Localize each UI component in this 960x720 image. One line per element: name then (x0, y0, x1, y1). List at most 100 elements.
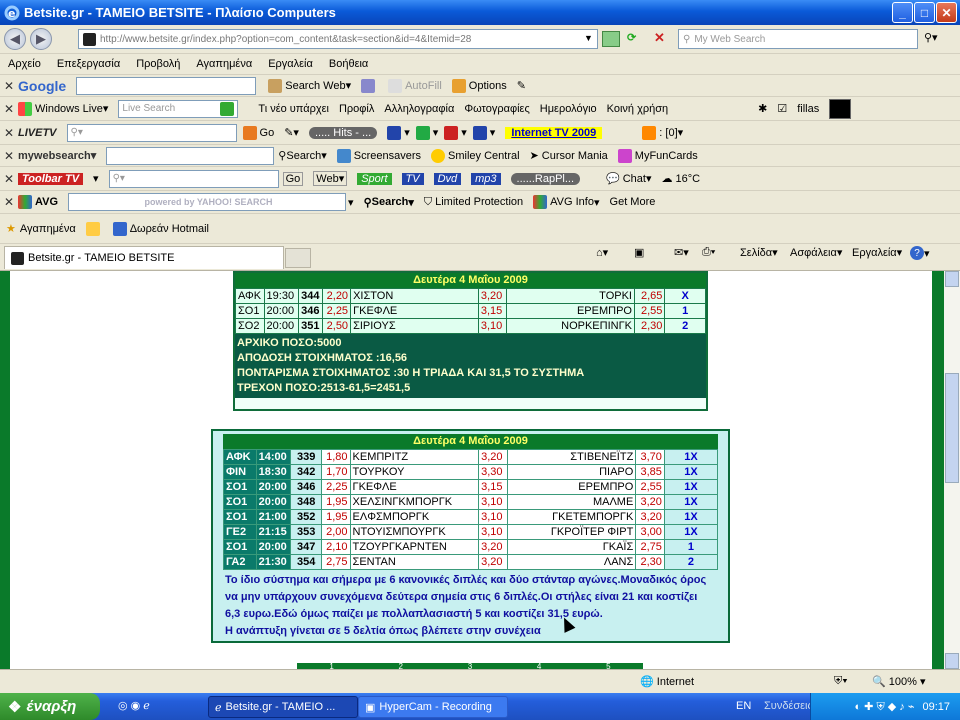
edit-icon[interactable]: ☑ (777, 102, 787, 115)
home-odds-cell: 1,80 (320, 449, 351, 465)
close-toolbar-icon[interactable]: ✕ (0, 195, 18, 209)
wl-calendar[interactable]: Ημερολόγιο (540, 103, 597, 115)
yahoo-search-input[interactable]: powered by YAHOO! SEARCH (68, 193, 347, 211)
page-menu[interactable]: Σελίδα ▾ (740, 246, 778, 260)
mp3-chip[interactable]: mp3 (471, 172, 501, 185)
scroll-down-button[interactable] (945, 653, 959, 669)
mywebsearch-input[interactable] (106, 146, 275, 165)
google-search-input[interactable] (76, 76, 257, 95)
tools-menu[interactable]: Εργαλεία ▾ (852, 246, 902, 260)
avg-info-button[interactable]: AVG Info ▾ (533, 195, 600, 209)
wl-profile[interactable]: Προφίλ (339, 103, 374, 115)
mywebsearch-search-button[interactable]: ⚲ Search ▾ (278, 149, 326, 163)
home-icon[interactable]: ⌂▾ (596, 246, 608, 259)
print-icon[interactable]: ⎙▾ (702, 246, 715, 259)
screensavers-link[interactable]: Screensavers (336, 148, 421, 163)
dvd-chip[interactable]: Dvd (433, 172, 462, 185)
close-button[interactable]: ✕ (936, 2, 957, 23)
toolbartv-menu[interactable]: ▾ (93, 172, 99, 185)
connections-label[interactable]: Συνδέσεις (764, 700, 813, 712)
live-search-go-icon[interactable] (220, 101, 235, 116)
hotmail-link[interactable]: Δωρεάν Hotmail (112, 221, 209, 236)
help-icon[interactable]: ? ▾ (910, 246, 930, 260)
safety-menu[interactable]: Ασφάλεια ▾ (790, 246, 842, 260)
hits-player[interactable]: ..... Hits - ... (308, 126, 378, 139)
toolbartv-go-button[interactable]: Go (282, 171, 304, 186)
search-go-icon[interactable]: ⚲▾ (924, 31, 938, 44)
radio-player[interactable]: ......RapPl... (510, 172, 581, 185)
messenger-icon[interactable]: ✱ (758, 102, 767, 115)
address-dropdown-icon[interactable]: ▼ (584, 33, 593, 43)
menu-help[interactable]: Βοήθεια (329, 58, 368, 70)
close-toolbar-icon[interactable]: ✕ (0, 149, 18, 163)
avg-search-button[interactable]: ⚲ Search ▾ (364, 196, 414, 209)
menu-view[interactable]: Προβολή (136, 58, 180, 70)
tv-channel-icons[interactable]: ▾ ▾ ▾ ▾ (387, 125, 495, 140)
address-input[interactable]: http://www.betsite.gr/index.php?option=c… (78, 29, 598, 49)
web-search-input[interactable]: ⚲ My Web Search (678, 29, 918, 49)
rss-counter[interactable]: : [0] ▾ (642, 125, 683, 140)
options-button[interactable]: Options (451, 78, 507, 93)
mail-icon[interactable]: ✉▾ (674, 246, 689, 259)
add-favorite-icon[interactable] (85, 221, 103, 236)
stop-icon[interactable]: ✕ (654, 30, 665, 46)
forward-button[interactable]: ▶ (30, 28, 52, 50)
minimize-button[interactable]: _ (892, 2, 913, 23)
wl-share[interactable]: Κοινή χρήση (607, 103, 669, 115)
vertical-scrollbar[interactable] (944, 271, 960, 669)
task-betsite[interactable]: ℯ Betsite.gr - ΤΑΜΕΙΟ ... (208, 696, 358, 718)
start-button[interactable]: ❖ έναρξη (0, 693, 100, 720)
cursor-mania-link[interactable]: ➤ Cursor Mania (530, 149, 608, 163)
wl-whats-new[interactable]: Τι νέο υπάρχει (258, 103, 329, 115)
wl-user[interactable]: fillas (797, 103, 819, 115)
sport-chip[interactable]: Sport (357, 172, 392, 185)
toolbartv-web-button[interactable]: Web ▾ (313, 171, 348, 186)
wl-photos[interactable]: Φωτογραφίες (464, 103, 529, 115)
menu-tools[interactable]: Εργαλεία (268, 58, 313, 70)
tab-betsite[interactable]: Betsite.gr - ΤΑΜΕΙΟ BETSITE (4, 246, 284, 269)
autofill-button[interactable]: AutoFill (388, 78, 442, 93)
yahoo-dropdown[interactable]: ▾ (348, 196, 354, 209)
mywebsearch-logo: mywebsearch ▾ (18, 149, 97, 163)
close-toolbar-icon[interactable]: ✕ (0, 79, 18, 93)
livetv-search-input[interactable]: ⚲▾ (66, 123, 237, 142)
close-toolbar-icon[interactable]: ✕ (0, 102, 18, 116)
menu-file[interactable]: Αρχείο (8, 58, 41, 70)
myfuncards-link[interactable]: MyFunCards (617, 148, 698, 163)
pencil-icon[interactable]: ✎ (517, 79, 526, 92)
smiley-central-link[interactable]: Smiley Central (431, 148, 520, 163)
close-toolbar-icon[interactable]: ✕ (0, 126, 18, 140)
quick-launch-icons[interactable]: ◎ ◉ ℯ (118, 699, 150, 712)
language-indicator[interactable]: EN (736, 700, 751, 712)
close-toolbar-icon[interactable]: ✕ (0, 172, 18, 186)
menu-edit[interactable]: Επεξεργασία (57, 58, 120, 70)
scroll-up-button[interactable] (945, 271, 959, 287)
weather-widget[interactable]: ☁ 16°C (662, 172, 701, 186)
new-tab-button[interactable] (285, 248, 311, 268)
task-hypercam[interactable]: ▣ HyperCam - Recording (358, 696, 508, 718)
livetv-go-button[interactable]: Go (242, 125, 274, 140)
refresh-icon[interactable]: ⟳ (627, 31, 636, 44)
scroll-thumb[interactable] (945, 373, 959, 483)
limited-protection[interactable]: ⛉ Limited Protection (424, 196, 523, 209)
compat-icon[interactable] (602, 31, 620, 47)
search-web-button[interactable]: Search Web ▾ (268, 78, 351, 93)
menu-favorites[interactable]: Αγαπημένα (196, 58, 252, 70)
tray-icons[interactable]: ◐ ✚ ⛨ ◆ ♪ ⌁ (854, 700, 914, 714)
zoom-control[interactable]: 🔍 100% ▾ (872, 675, 925, 688)
internet-tv-link[interactable]: Internet TV 2009 (505, 126, 603, 139)
tv-chip[interactable]: TV (401, 172, 424, 185)
news-icon[interactable] (361, 78, 378, 93)
favorites-bar: ★ Αγαπημένα Δωρεάν Hotmail (0, 214, 960, 244)
match-number-cell: 347 (290, 539, 322, 555)
toolbartv-search-input[interactable]: ⚲▾ (108, 169, 279, 188)
maximize-button[interactable]: □ (914, 2, 935, 23)
favorites-button[interactable]: ★ Αγαπημένα (6, 222, 76, 236)
wl-mail[interactable]: Αλληλογραφία (384, 103, 454, 115)
feeds-icon[interactable]: ▣ (634, 246, 644, 259)
get-more-button[interactable]: Get More (610, 196, 656, 208)
user-avatar[interactable] (829, 98, 852, 119)
livetv-tools-icon[interactable]: ✎▾ (284, 126, 299, 139)
back-button[interactable]: ◀ (4, 28, 26, 50)
chat-button[interactable]: 💬 Chat ▾ (606, 172, 651, 186)
